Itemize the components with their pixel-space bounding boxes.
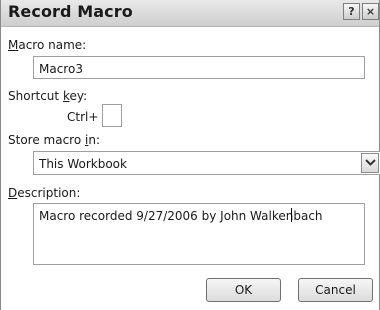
text-caret	[291, 208, 292, 222]
cancel-button[interactable]: Cancel	[298, 278, 373, 302]
description-value: Macro recorded 9/27/2006 by John Walkenb…	[39, 209, 323, 223]
shortcut-key-label: Shortcut key:	[8, 89, 87, 103]
description-textarea[interactable]: Macro recorded 9/27/2006 by John Walkenb…	[33, 203, 365, 265]
macro-name-value: Macro3	[39, 62, 83, 76]
help-button[interactable]: ?	[343, 3, 360, 20]
macro-name-accel: M	[8, 38, 19, 52]
store-macro-label: Store macro in:	[8, 133, 100, 147]
description-accel: D	[8, 186, 18, 200]
store-macro-selected: This Workbook	[39, 157, 127, 171]
title-bar[interactable]: Record Macro ? ×	[1, 0, 379, 27]
description-label-text: escription:	[17, 186, 81, 200]
macro-name-label: Macro name:	[8, 38, 86, 52]
ctrl-prefix-label: Ctrl+	[67, 110, 99, 124]
store-label-pre: Store macro	[8, 133, 85, 147]
shortcut-key-input[interactable]	[102, 104, 122, 127]
record-macro-dialog: Record Macro ? × Macro name: Macro3 Shor…	[0, 0, 380, 310]
macro-name-label-text: acro name:	[18, 38, 87, 52]
store-label-post: n:	[88, 133, 100, 147]
store-macro-select[interactable]: This Workbook	[33, 151, 380, 175]
chevron-down-icon	[365, 159, 376, 166]
close-button[interactable]: ×	[362, 3, 379, 20]
dialog-title: Record Macro	[8, 2, 133, 21]
description-label: Description:	[8, 186, 80, 200]
shortcut-label-pre: Shortcut	[8, 89, 63, 103]
dropdown-button[interactable]	[361, 153, 379, 173]
close-icon: ×	[365, 5, 376, 18]
help-icon: ?	[348, 5, 355, 18]
shortcut-label-post: ey:	[69, 89, 88, 103]
ok-button[interactable]: OK	[206, 278, 281, 302]
macro-name-input[interactable]: Macro3	[33, 56, 365, 79]
